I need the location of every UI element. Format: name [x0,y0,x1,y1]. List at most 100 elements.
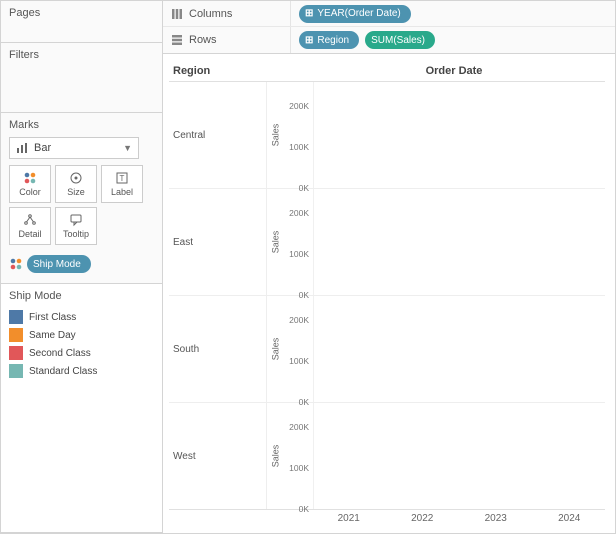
marks-size-button[interactable]: Size [55,165,97,203]
marks-card: Marks Bar ▼ Color Size [1,113,162,284]
columns-pills: ⊞ YEAR(Order Date) [291,5,419,23]
pill-label: Region [317,35,349,46]
y-ticks: 0K100K200K [283,189,313,295]
size-icon [69,171,83,185]
rows-label-text: Rows [189,34,217,46]
y-tick: 200K [289,208,309,218]
pill-label: SUM(Sales) [371,35,425,46]
legend-swatch [9,364,23,378]
y-tick: 0K [299,504,309,514]
marks-color-button[interactable]: Color [9,165,51,203]
y-axis-label: Sales [267,189,283,295]
viz-header: Region Order Date [169,60,605,82]
marks-buttons: Color Size T Label Detail [9,165,154,245]
viz: Region Order Date CentralSales0K100K200K… [163,54,615,533]
marks-label-button[interactable]: T Label [101,165,143,203]
filters-title: Filters [9,49,154,61]
legend-card: Ship Mode First Class Same Day Second Clas… [1,284,162,533]
facet-row: SouthSales0K100K200K [169,296,605,403]
legend-item[interactable]: Standard Class [9,362,154,380]
pill-label: Ship Mode [33,259,81,270]
chevron-down-icon: ▼ [123,143,132,153]
facet-row: WestSales0K100K200K [169,403,605,509]
label-icon: T [115,171,129,185]
facet-region-label: South [169,296,267,402]
x-tick-label: 2022 [395,510,451,529]
marks-encoding-row: Ship Mode [9,255,154,273]
y-ticks: 0K100K200K [283,82,313,188]
legend-label: Second Class [29,348,91,359]
legend-swatch [9,328,23,342]
column-field-header: Order Date [303,65,605,77]
ship-mode-color-pill[interactable]: Ship Mode [27,255,91,273]
legend-swatch [9,346,23,360]
facet-row: CentralSales0K100K200K [169,82,605,189]
legend-label: Standard Class [29,366,97,377]
x-tick-label: 2024 [542,510,598,529]
color-icon [9,257,23,271]
field-pill[interactable]: ⊞ Region [299,31,359,49]
plot-area [313,403,605,509]
svg-text:T: T [120,174,125,183]
pages-shelf[interactable]: Pages [1,1,162,43]
legend-title: Ship Mode [9,290,154,302]
marks-detail-button[interactable]: Detail [9,207,51,245]
facet-row: EastSales0K100K200K [169,189,605,296]
field-pill[interactable]: ⊞ YEAR(Order Date) [299,5,411,23]
expand-icon: ⊞ [305,35,313,46]
facet-region-label: Central [169,82,267,188]
y-tick: 200K [289,422,309,432]
y-tick: 100K [289,249,309,259]
facets: CentralSales0K100K200KEastSales0K100K200… [169,82,605,509]
plot-area [313,296,605,402]
marks-detail-label: Detail [18,229,41,239]
plot-area [313,189,605,295]
legend-item[interactable]: Second Class [9,344,154,362]
sidebar: Pages Filters Marks Bar ▼ Color Siz [1,1,163,533]
legend-swatch [9,310,23,324]
marks-label-label: Label [111,187,133,197]
expand-icon: ⊞ [305,8,313,19]
y-tick: 100K [289,142,309,152]
columns-icon [171,8,183,20]
marks-tooltip-button[interactable]: Tooltip [55,207,97,245]
y-axis-label: Sales [267,82,283,188]
rows-icon [171,34,183,46]
filters-shelf[interactable]: Filters [1,43,162,113]
legend-item[interactable]: Same Day [9,326,154,344]
y-axis-label: Sales [267,296,283,402]
x-tick-label: 2023 [468,510,524,529]
marks-tooltip-label: Tooltip [63,229,89,239]
pages-title: Pages [9,7,154,19]
shelves: Columns ⊞ YEAR(Order Date) Rows ⊞ Region SU… [163,1,615,54]
rows-shelf-label: Rows [163,27,291,53]
facet-region-label: West [169,403,267,509]
mark-type-label: Bar [34,142,51,154]
y-ticks: 0K100K200K [283,296,313,402]
detail-icon [23,213,37,227]
legend-item[interactable]: First Class [9,308,154,326]
columns-shelf[interactable]: Columns ⊞ YEAR(Order Date) [163,1,615,27]
rows-shelf[interactable]: Rows ⊞ Region SUM(Sales) [163,27,615,53]
marks-color-label: Color [19,187,41,197]
color-icon [23,171,37,185]
pill-label: YEAR(Order Date) [317,8,400,19]
rows-pills: ⊞ Region SUM(Sales) [291,31,443,49]
x-axis: 2021202220232024 [169,509,605,529]
mark-type-dropdown[interactable]: Bar ▼ [9,137,139,159]
legend-label: First Class [29,312,76,323]
marks-title: Marks [9,119,154,131]
bar-chart-icon [16,142,28,154]
y-ticks: 0K100K200K [283,403,313,509]
columns-shelf-label: Columns [163,1,291,26]
row-field-header: Region [169,65,267,77]
y-tick: 200K [289,101,309,111]
y-tick: 100K [289,463,309,473]
columns-label-text: Columns [189,8,232,20]
y-tick: 200K [289,315,309,325]
marks-size-label: Size [67,187,85,197]
legend-label: Same Day [29,330,76,341]
main-area: Columns ⊞ YEAR(Order Date) Rows ⊞ Region SU… [163,1,615,533]
field-pill[interactable]: SUM(Sales) [365,31,435,49]
facet-region-label: East [169,189,267,295]
